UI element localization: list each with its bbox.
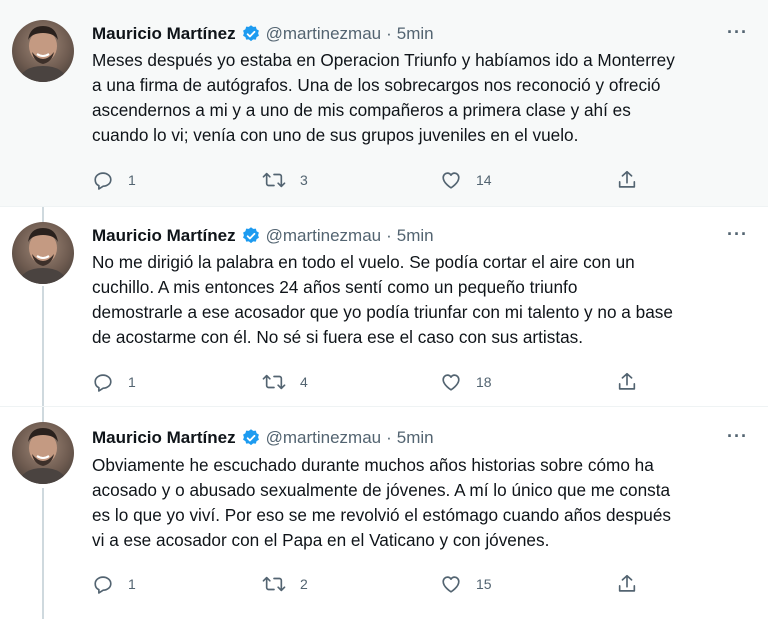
share-button[interactable] <box>616 573 638 595</box>
tweet[interactable]: Mauricio Martínez @martinezmau · 5min ··… <box>0 0 768 207</box>
author-handle[interactable]: @martinezmau <box>266 428 382 448</box>
separator-dot: · <box>386 24 392 43</box>
retweet-button[interactable]: 4 <box>262 371 308 393</box>
like-count: 18 <box>476 374 492 390</box>
verified-badge-icon <box>241 226 261 246</box>
tweet-header: Mauricio Martínez @martinezmau · 5min ··… <box>92 426 748 450</box>
tweet-text: No me dirigió la palabra en todo el vuel… <box>92 252 673 347</box>
reply-button[interactable]: 1 <box>92 573 136 595</box>
author-handle[interactable]: @martinezmau <box>266 226 382 246</box>
reply-count: 1 <box>128 374 136 390</box>
reply-count: 1 <box>128 576 136 592</box>
timestamp[interactable]: 5min <box>397 24 434 44</box>
verified-badge-icon <box>241 428 261 448</box>
share-button[interactable] <box>616 169 638 191</box>
separator-dot: · <box>386 226 392 245</box>
like-button[interactable]: 15 <box>440 573 492 595</box>
reply-count: 1 <box>128 172 136 188</box>
more-icon[interactable]: ··· <box>727 426 748 447</box>
retweet-count: 3 <box>300 172 308 188</box>
author-name[interactable]: Mauricio Martínez <box>92 24 236 44</box>
reply-icon <box>92 573 114 595</box>
retweet-icon <box>262 169 286 191</box>
tweet-actions: 1 3 14 <box>92 169 652 193</box>
like-icon <box>440 573 462 595</box>
avatar[interactable] <box>12 20 74 82</box>
retweet-button[interactable]: 2 <box>262 573 308 595</box>
reply-button[interactable]: 1 <box>92 371 136 393</box>
tweet[interactable]: Mauricio Martínez @martinezmau · 5min ··… <box>0 407 768 619</box>
like-button[interactable]: 14 <box>440 169 492 191</box>
tweet[interactable]: Mauricio Martínez @martinezmau · 5min ··… <box>0 207 768 407</box>
share-icon <box>616 371 638 393</box>
like-icon <box>440 371 462 393</box>
retweet-icon <box>262 371 286 393</box>
reply-icon <box>92 169 114 191</box>
verified-badge-icon <box>241 24 261 44</box>
tweet-text: Meses después yo estaba en Operacion Tri… <box>92 50 675 145</box>
author-name[interactable]: Mauricio Martínez <box>92 428 236 448</box>
more-icon[interactable]: ··· <box>727 22 748 43</box>
reply-button[interactable]: 1 <box>92 169 136 191</box>
retweet-count: 2 <box>300 576 308 592</box>
reply-icon <box>92 371 114 393</box>
tweet-header: Mauricio Martínez @martinezmau · 5min ··… <box>92 224 748 248</box>
like-icon <box>440 169 462 191</box>
share-icon <box>616 573 638 595</box>
author-name[interactable]: Mauricio Martínez <box>92 226 236 246</box>
separator-dot: · <box>386 428 392 447</box>
share-button[interactable] <box>616 371 638 393</box>
retweet-button[interactable]: 3 <box>262 169 308 191</box>
timestamp[interactable]: 5min <box>397 428 434 448</box>
share-icon <box>616 169 638 191</box>
avatar[interactable] <box>12 222 74 284</box>
avatar[interactable] <box>12 422 74 484</box>
retweet-count: 4 <box>300 374 308 390</box>
tweet-actions: 1 4 18 <box>92 371 652 395</box>
timestamp[interactable]: 5min <box>397 226 434 246</box>
tweet-text: Obviamente he escuchado durante muchos a… <box>92 455 671 550</box>
like-count: 14 <box>476 172 492 188</box>
retweet-icon <box>262 573 286 595</box>
tweet-actions: 1 2 15 <box>92 573 652 597</box>
more-icon[interactable]: ··· <box>727 224 748 245</box>
like-count: 15 <box>476 576 492 592</box>
tweet-header: Mauricio Martínez @martinezmau · 5min ··… <box>92 22 748 46</box>
author-handle[interactable]: @martinezmau <box>266 24 382 44</box>
like-button[interactable]: 18 <box>440 371 492 393</box>
